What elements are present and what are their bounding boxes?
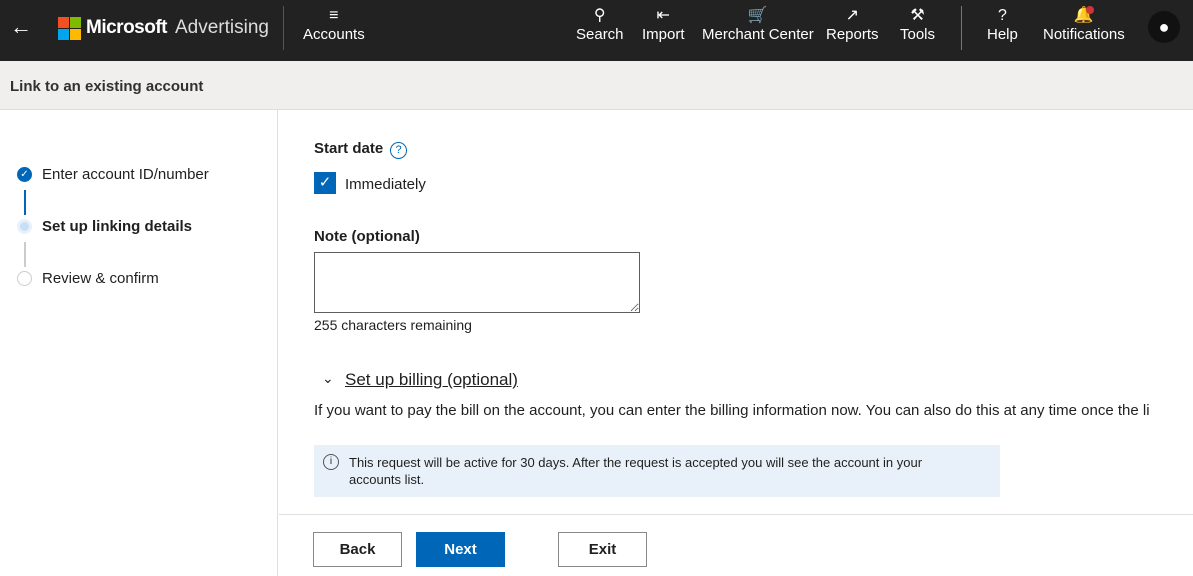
exit-button[interactable]: Exit <box>558 532 647 567</box>
nav-label: Import <box>642 26 685 43</box>
nav-label: Accounts <box>303 26 365 43</box>
step-connector <box>24 190 26 215</box>
checkmark-icon: ✓ <box>17 167 32 182</box>
avatar[interactable]: ● <box>1148 11 1180 43</box>
info-banner: i This request will be active for 30 day… <box>314 445 1000 497</box>
billing-toggle[interactable]: Set up billing (optional) <box>345 370 518 390</box>
page-title: Link to an existing account <box>0 61 1193 110</box>
back-arrow-icon[interactable]: ← <box>10 14 32 40</box>
note-label: Note (optional) <box>314 228 420 245</box>
immediately-checkbox[interactable]: ✓ <box>314 172 336 194</box>
nav-merchant-center[interactable]: 🛒 Merchant Center <box>702 6 814 43</box>
chart-icon: ↗ <box>845 7 859 24</box>
nav-reports[interactable]: ↗ Reports <box>826 6 879 43</box>
step-review: Review & confirm <box>17 270 159 287</box>
back-button[interactable]: Back <box>313 532 402 567</box>
pending-step-icon <box>17 271 32 286</box>
nav-help[interactable]: ? Help <box>987 6 1018 43</box>
nav-label: Merchant Center <box>702 26 814 43</box>
nav-label: Tools <box>900 26 936 43</box>
chevron-down-icon[interactable]: ⌄ <box>322 370 334 387</box>
start-date-label: Start date <box>314 140 384 157</box>
nav-notifications[interactable]: 🔔 Notifications <box>1043 6 1125 43</box>
wrench-icon: ⚒ <box>910 7 925 24</box>
microsoft-logo-icon <box>58 17 81 40</box>
next-button[interactable]: Next <box>416 532 505 567</box>
help-circle-icon[interactable]: ? <box>390 142 407 159</box>
divider <box>961 6 962 50</box>
nav-tools[interactable]: ⚒ Tools <box>900 6 935 43</box>
step-connector <box>24 242 26 267</box>
chars-remaining: 255 characters remaining <box>314 317 472 333</box>
nav-import[interactable]: ⇤ Import <box>642 6 685 43</box>
cart-icon: 🛒 <box>747 7 768 24</box>
product-name: Advertising <box>175 17 269 38</box>
nav-label: Help <box>987 26 1018 43</box>
billing-text: If you want to pay the bill on the accou… <box>314 402 1150 419</box>
info-text: This request will be active for 30 days.… <box>349 455 923 487</box>
step-label: Set up linking details <box>42 218 193 235</box>
nav-label: Search <box>576 26 624 43</box>
step-enter-account: ✓ Enter account ID/number <box>17 166 209 183</box>
immediately-label: Immediately <box>345 176 426 193</box>
stepper: ✓ Enter account ID/number Set up linking … <box>0 110 278 576</box>
top-bar: ← Microsoft Advertising ≡ Accounts ⚲ Searc… <box>0 0 1193 61</box>
nav-label: Notifications <box>1043 26 1125 43</box>
footer-divider <box>279 514 1193 515</box>
step-label: Review & confirm <box>42 270 159 287</box>
note-input[interactable] <box>314 252 640 313</box>
nav-label: Reports <box>826 26 879 43</box>
divider <box>283 6 284 50</box>
info-icon: i <box>323 454 339 470</box>
nav-accounts[interactable]: ≡ Accounts <box>303 6 365 43</box>
step-linking-details: Set up linking details <box>17 218 192 235</box>
step-label: Enter account ID/number <box>42 166 209 183</box>
search-icon: ⚲ <box>593 7 606 24</box>
bell-icon: 🔔 <box>1073 6 1094 24</box>
brand-name: Microsoft <box>86 17 168 38</box>
current-step-icon <box>17 219 32 234</box>
nav-search[interactable]: ⚲ Search <box>576 6 624 43</box>
import-icon: ⇤ <box>656 7 670 24</box>
help-icon: ? <box>997 7 1007 24</box>
accounts-list-icon: ≡ <box>329 7 339 24</box>
